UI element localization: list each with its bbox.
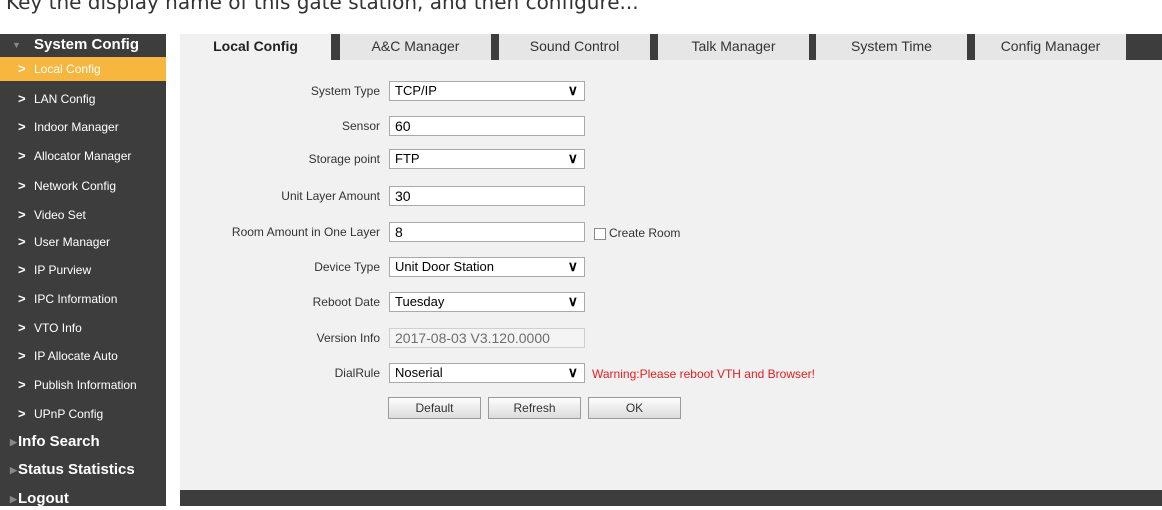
system-type-select[interactable]: TCP/IP ∨ xyxy=(389,81,585,101)
default-button[interactable]: Default xyxy=(388,397,481,419)
create-room-label: Create Room xyxy=(609,226,681,240)
room-amount-label: Room Amount in One Layer xyxy=(231,225,380,239)
triangle-right-icon: ▶ xyxy=(10,465,17,475)
sidebar-section-system-config[interactable]: ▼ System Config xyxy=(0,34,166,56)
create-room-checkbox[interactable] xyxy=(594,228,606,240)
dial-rule-select[interactable]: Noserial ∨ xyxy=(389,363,585,383)
chevron-right-icon: > xyxy=(18,377,26,392)
chevron-down-icon: ∨ xyxy=(567,258,578,274)
chevron-down-icon: ∨ xyxy=(567,364,578,380)
tab-config-manager[interactable]: Config Manager xyxy=(975,34,1126,60)
sidebar-item-user-manager[interactable]: > User Manager xyxy=(0,230,166,254)
sensor-input[interactable]: 60 xyxy=(389,116,585,136)
chevron-down-icon: ∨ xyxy=(567,150,578,166)
reboot-date-label: Reboot Date xyxy=(312,295,380,309)
sidebar-section-info-search[interactable]: ▶ Info Search xyxy=(0,431,166,453)
version-info-field: 2017-08-03 V3.120.0000 xyxy=(389,328,585,348)
tab-system-time[interactable]: System Time xyxy=(816,34,967,60)
sidebar-item-local-config[interactable]: > Local Config xyxy=(0,57,166,81)
sidebar-item-ip-purview[interactable]: > IP Purview xyxy=(0,258,166,282)
tab-ac-manager[interactable]: A&C Manager xyxy=(340,34,491,60)
chevron-right-icon: > xyxy=(18,148,26,163)
sidebar-item-lan-config[interactable]: > LAN Config xyxy=(0,87,166,111)
sensor-label: Sensor xyxy=(341,119,380,133)
warning-text: Warning:Please reboot VTH and Browser! xyxy=(592,367,815,381)
version-info-label: Version Info xyxy=(316,331,380,345)
page-caption: Key the display name of this gate statio… xyxy=(6,0,639,14)
chevron-right-icon: > xyxy=(18,178,26,193)
storage-point-label: Storage point xyxy=(308,152,380,166)
triangle-right-icon: ▶ xyxy=(10,437,17,447)
chevron-down-icon: ∨ xyxy=(567,82,578,98)
tab-sound-control[interactable]: Sound Control xyxy=(499,34,650,60)
chevron-down-icon: ∨ xyxy=(567,293,578,309)
refresh-button[interactable]: Refresh xyxy=(488,397,581,419)
device-type-select[interactable]: Unit Door Station ∨ xyxy=(389,257,585,277)
chevron-right-icon: > xyxy=(18,291,26,306)
sidebar-item-publish-information[interactable]: > Publish Information xyxy=(0,373,166,397)
sidebar-item-video-set[interactable]: > Video Set xyxy=(0,203,166,227)
chevron-right-icon: > xyxy=(18,61,26,76)
sidebar-item-allocator-manager[interactable]: > Allocator Manager xyxy=(0,144,166,168)
bottom-bar xyxy=(180,490,1162,506)
sidebar-section-status-statistics[interactable]: ▶ Status Statistics xyxy=(0,459,166,481)
reboot-date-select[interactable]: Tuesday ∨ xyxy=(389,292,585,312)
dial-rule-label: DialRule xyxy=(334,366,380,380)
sidebar-item-ip-allocate-auto[interactable]: > IP Allocate Auto xyxy=(0,344,166,368)
tab-talk-manager[interactable]: Talk Manager xyxy=(658,34,809,60)
unit-layer-amount-input[interactable]: 30 xyxy=(389,186,585,206)
system-type-label: System Type xyxy=(310,84,380,98)
ok-button[interactable]: OK xyxy=(588,397,681,419)
chevron-right-icon: > xyxy=(18,234,26,249)
chevron-right-icon: > xyxy=(18,406,26,421)
storage-point-select[interactable]: FTP ∨ xyxy=(389,149,585,169)
device-type-label: Device Type xyxy=(314,260,380,274)
chevron-right-icon: > xyxy=(18,348,26,363)
room-amount-input[interactable]: 8 xyxy=(389,222,585,242)
sidebar-item-indoor-manager[interactable]: > Indoor Manager xyxy=(0,115,166,139)
triangle-down-icon: ▼ xyxy=(12,40,21,50)
chevron-right-icon: > xyxy=(18,262,26,277)
sidebar-section-logout[interactable]: ▶ Logout xyxy=(0,488,166,510)
chevron-right-icon: > xyxy=(18,320,26,335)
triangle-right-icon: ▶ xyxy=(10,494,17,504)
chevron-right-icon: > xyxy=(18,207,26,222)
sidebar: ▼ System Config > Local Config > LAN Con… xyxy=(0,34,166,507)
sidebar-item-vto-info[interactable]: > VTO Info xyxy=(0,316,166,340)
sidebar-item-network-config[interactable]: > Network Config xyxy=(0,174,166,198)
unit-layer-amount-label: Unit Layer Amount xyxy=(281,189,380,203)
sidebar-item-ipc-information[interactable]: > IPC Information xyxy=(0,287,166,311)
chevron-right-icon: > xyxy=(18,91,26,106)
sidebar-item-upnp-config[interactable]: > UPnP Config xyxy=(0,402,166,426)
tab-local-config[interactable]: Local Config xyxy=(180,34,331,60)
chevron-right-icon: > xyxy=(18,119,26,134)
